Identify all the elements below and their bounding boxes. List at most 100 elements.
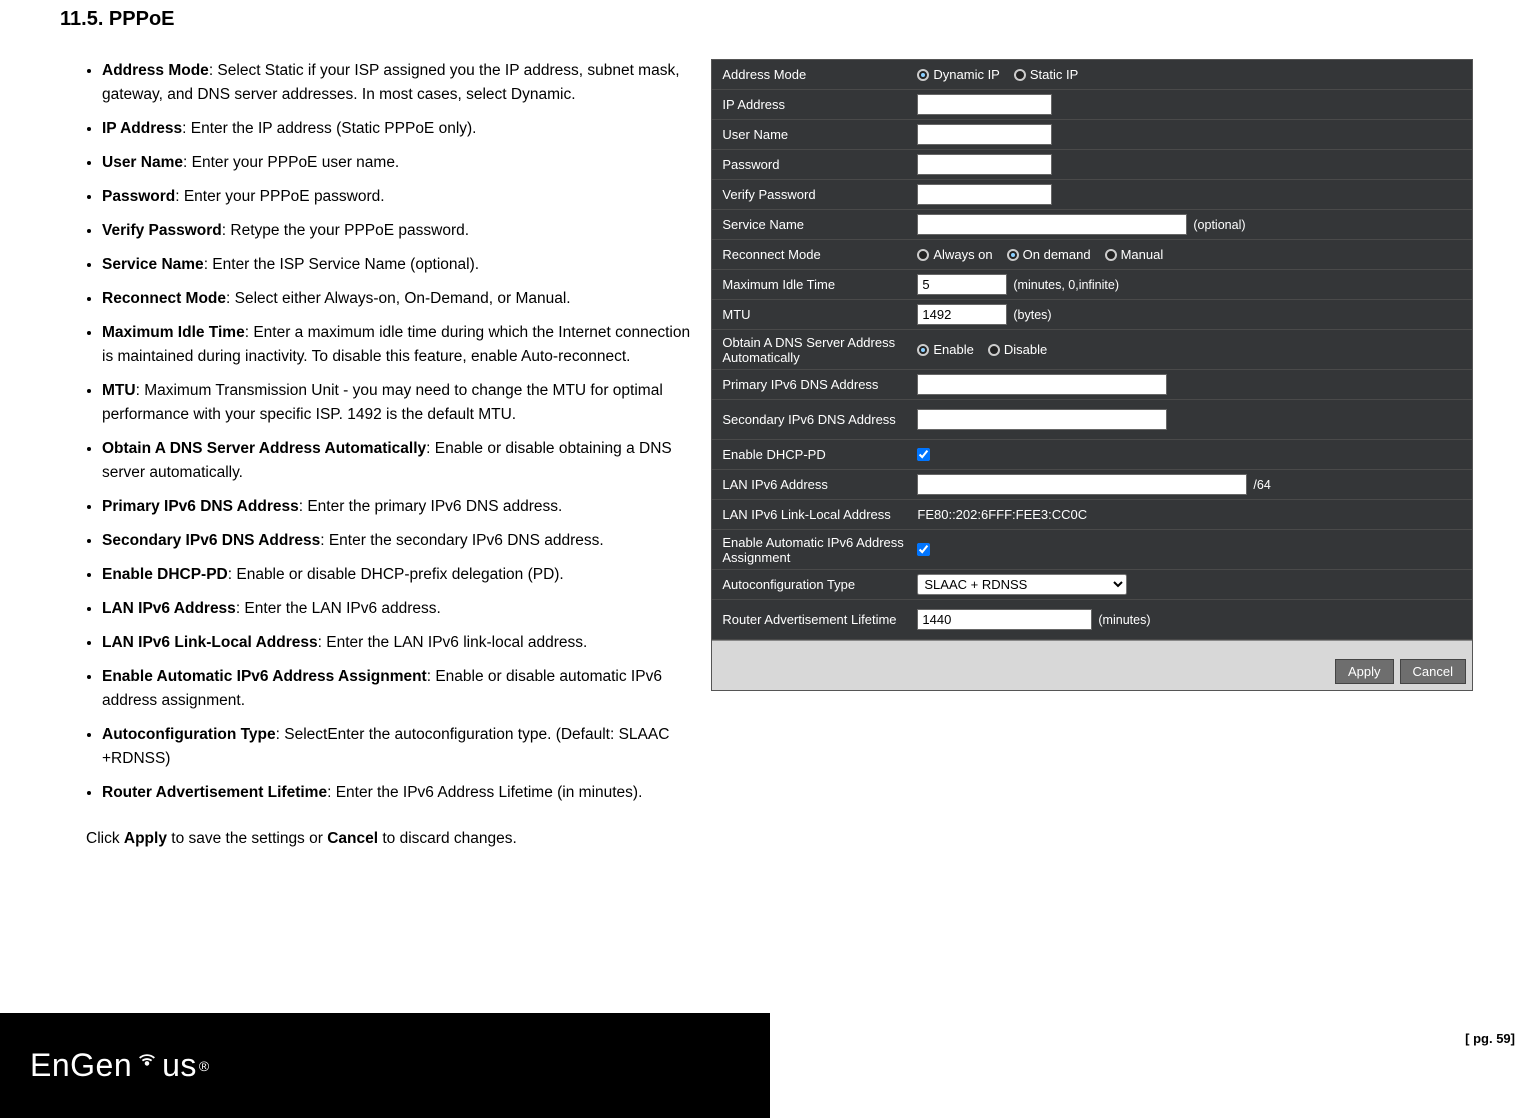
desc: : Enable or disable DHCP-prefix delegati…	[228, 566, 564, 583]
term: Reconnect Mode	[102, 290, 226, 307]
list-item: MTU: Maximum Transmission Unit - you may…	[102, 379, 691, 427]
term: Autoconfiguration Type	[102, 726, 276, 743]
logo-text-pre: EnGen	[30, 1047, 132, 1084]
footer-note-text: to discard changes.	[378, 830, 517, 847]
label-verify-password: Verify Password	[722, 187, 917, 202]
row-user-name: User Name	[712, 120, 1472, 150]
desc: : Enter the IP address (Static PPPoE onl…	[182, 120, 476, 137]
radio-dns-enable[interactable]: Enable	[917, 342, 973, 357]
row-ip-address: IP Address	[712, 90, 1472, 120]
apply-button[interactable]: Apply	[1335, 659, 1394, 684]
panel-button-bar: Apply Cancel	[712, 640, 1472, 690]
radio-label: Disable	[1004, 342, 1047, 357]
auto-assign-checkbox[interactable]	[917, 543, 930, 556]
radio-icon	[1014, 69, 1026, 81]
lan-ipv6-ll-value: FE80::202:6FFF:FEE3:CC0C	[917, 507, 1087, 522]
term: Service Name	[102, 256, 204, 273]
logo-text-post: us	[162, 1047, 197, 1084]
list-item: Reconnect Mode: Select either Always-on,…	[102, 287, 691, 311]
ra-lifetime-hint: (minutes)	[1098, 613, 1150, 627]
max-idle-hint: (minutes, 0,infinite)	[1013, 278, 1119, 292]
desc: : Enter your PPPoE user name.	[183, 154, 399, 171]
desc: : Enter the IPv6 Address Lifetime (in mi…	[327, 784, 642, 801]
label-reconnect-mode: Reconnect Mode	[722, 247, 917, 262]
desc: : Maximum Transmission Unit - you may ne…	[102, 382, 663, 423]
desc: : Select either Always-on, On-Demand, or…	[226, 290, 571, 307]
row-address-mode: Address Mode Dynamic IP Static IP	[712, 60, 1472, 90]
list-item: Secondary IPv6 DNS Address: Enter the se…	[102, 529, 691, 553]
list-item: IP Address: Enter the IP address (Static…	[102, 117, 691, 141]
row-primary-dns: Primary IPv6 DNS Address	[712, 370, 1472, 400]
radio-dynamic-ip[interactable]: Dynamic IP	[917, 67, 999, 82]
row-auto-assign: Enable Automatic IPv6 Address Assignment	[712, 530, 1472, 570]
label-mtu: MTU	[722, 307, 917, 322]
radio-label: Always on	[933, 247, 992, 262]
list-item: Address Mode: Select Static if your ISP …	[102, 59, 691, 107]
radio-on-demand[interactable]: On demand	[1007, 247, 1091, 262]
term: Maximum Idle Time	[102, 324, 245, 341]
radio-always-on[interactable]: Always on	[917, 247, 992, 262]
ra-lifetime-input[interactable]	[917, 609, 1092, 630]
footer-note-text: Click	[86, 830, 124, 847]
verify-password-input[interactable]	[917, 184, 1052, 205]
term: LAN IPv6 Address	[102, 600, 236, 617]
max-idle-input[interactable]	[917, 274, 1007, 295]
primary-dns-input[interactable]	[917, 374, 1167, 395]
description-list: Address Mode: Select Static if your ISP …	[60, 59, 691, 805]
radio-icon	[917, 69, 929, 81]
row-secondary-dns: Secondary IPv6 DNS Address	[712, 400, 1472, 440]
registered-icon: ®	[199, 1058, 210, 1074]
row-password: Password	[712, 150, 1472, 180]
lan-ipv6-suffix: /64	[1253, 478, 1270, 492]
label-obtain-dns: Obtain A DNS Server Address Automaticall…	[722, 335, 917, 365]
engenius-logo: EnGen us ®	[30, 1047, 210, 1084]
secondary-dns-input[interactable]	[917, 409, 1167, 430]
term: Router Advertisement Lifetime	[102, 784, 327, 801]
radio-label: Dynamic IP	[933, 67, 999, 82]
term: Address Mode	[102, 62, 209, 79]
list-item: Maximum Idle Time: Enter a maximum idle …	[102, 321, 691, 369]
row-autoconfig: Autoconfiguration Type SLAAC + RDNSS	[712, 570, 1472, 600]
label-max-idle: Maximum Idle Time	[722, 277, 917, 292]
autoconfig-select[interactable]: SLAAC + RDNSS	[917, 574, 1127, 595]
label-ip-address: IP Address	[722, 97, 917, 112]
desc: : Enter the LAN IPv6 link-local address.	[318, 634, 588, 651]
term: User Name	[102, 154, 183, 171]
term: Primary IPv6 DNS Address	[102, 498, 299, 515]
list-item: Verify Password: Retype the your PPPoE p…	[102, 219, 691, 243]
radio-static-ip[interactable]: Static IP	[1014, 67, 1078, 82]
term: Obtain A DNS Server Address Automaticall…	[102, 440, 426, 457]
password-input[interactable]	[917, 154, 1052, 175]
desc: : Enter the LAN IPv6 address.	[236, 600, 441, 617]
desc: : Enter the secondary IPv6 DNS address.	[320, 532, 603, 549]
list-item: Enable Automatic IPv6 Address Assignment…	[102, 665, 691, 713]
radio-manual[interactable]: Manual	[1105, 247, 1164, 262]
row-verify-password: Verify Password	[712, 180, 1472, 210]
cancel-button[interactable]: Cancel	[1400, 659, 1466, 684]
label-service-name: Service Name	[722, 217, 917, 232]
label-dhcp-pd: Enable DHCP-PD	[722, 447, 917, 462]
label-password: Password	[722, 157, 917, 172]
lan-ipv6-input[interactable]	[917, 474, 1247, 495]
mtu-input[interactable]	[917, 304, 1007, 325]
term: Enable DHCP-PD	[102, 566, 228, 583]
user-name-input[interactable]	[917, 124, 1052, 145]
term: Enable Automatic IPv6 Address Assignment	[102, 668, 427, 685]
list-item: Autoconfiguration Type: SelectEnter the …	[102, 723, 691, 771]
service-name-hint: (optional)	[1193, 218, 1245, 232]
row-lan-ipv6: LAN IPv6 Address /64	[712, 470, 1472, 500]
section-heading: 11.5. PPPoE	[60, 0, 1473, 31]
radio-icon	[1007, 249, 1019, 261]
radio-dns-disable[interactable]: Disable	[988, 342, 1047, 357]
radio-label: Manual	[1121, 247, 1164, 262]
term: LAN IPv6 Link-Local Address	[102, 634, 318, 651]
row-reconnect-mode: Reconnect Mode Always on On demand Manua…	[712, 240, 1472, 270]
footer-note-apply: Apply	[124, 830, 167, 847]
label-user-name: User Name	[722, 127, 917, 142]
service-name-input[interactable]	[917, 214, 1187, 235]
ip-address-input[interactable]	[917, 94, 1052, 115]
label-autoconfig: Autoconfiguration Type	[722, 577, 917, 592]
list-item: User Name: Enter your PPPoE user name.	[102, 151, 691, 175]
dhcp-pd-checkbox[interactable]	[917, 448, 930, 461]
radio-label: Static IP	[1030, 67, 1078, 82]
